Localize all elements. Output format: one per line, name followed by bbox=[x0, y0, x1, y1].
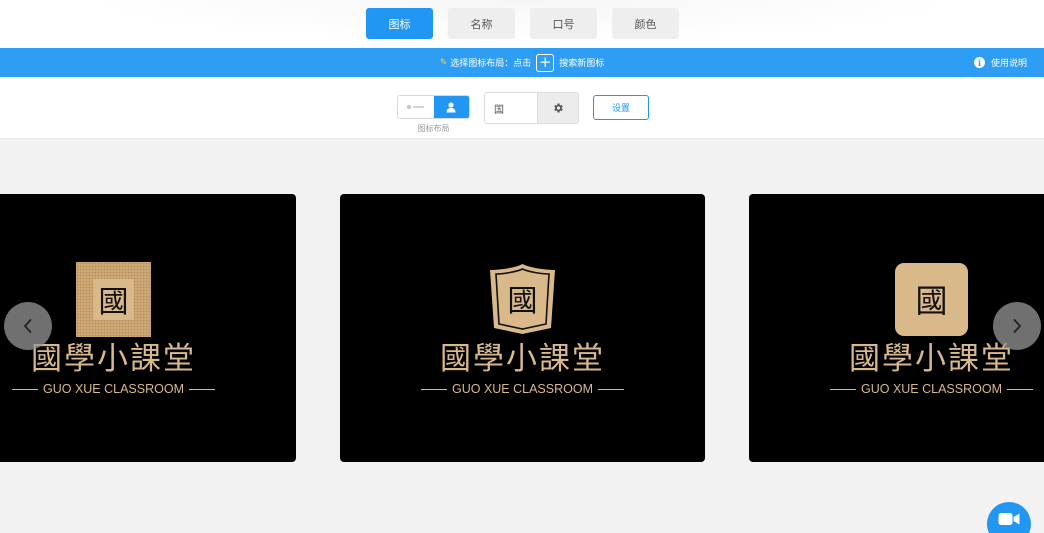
tab-icon[interactable]: 图标 bbox=[366, 8, 433, 39]
tab-slogan[interactable]: 口号 bbox=[530, 8, 597, 39]
chevron-left-icon bbox=[24, 319, 32, 333]
logo-card[interactable]: 國 國學小課堂 GUO XUE CLASSROOM bbox=[340, 194, 705, 462]
brand-name-cn: 國學小課堂 bbox=[849, 341, 1014, 377]
brand-name-en-row: GUO XUE CLASSROOM bbox=[340, 382, 705, 396]
divider-rule bbox=[598, 388, 624, 390]
square-seal-emblem: 國 bbox=[76, 262, 151, 337]
layout-toggle bbox=[397, 95, 470, 119]
help-link[interactable]: i 使用说明 bbox=[973, 48, 1027, 77]
info-icon: i bbox=[973, 57, 985, 68]
person-icon bbox=[446, 101, 456, 112]
brand-name-cn: 國學小課堂 bbox=[31, 341, 196, 377]
settings-button[interactable]: 设置 bbox=[593, 95, 649, 120]
carousel-next-button[interactable] bbox=[993, 302, 1041, 350]
search-new-icon-button[interactable]: + bbox=[536, 53, 555, 72]
layout-option-vertical[interactable] bbox=[433, 96, 469, 118]
divider-rule bbox=[189, 388, 215, 390]
hint-strip: ✎ 选择图标布局：点击 + 搜索新图标 i 使用说明 bbox=[0, 48, 1044, 77]
brand-name-en-row: GUO XUE CLASSROOM bbox=[749, 382, 1044, 396]
divider-rule bbox=[421, 388, 447, 390]
tab-name[interactable]: 名称 bbox=[448, 8, 515, 39]
logo-preview: 國 國學小課堂 GUO XUE CLASSROOM bbox=[340, 262, 705, 402]
brand-name-en: GUO XUE CLASSROOM bbox=[861, 382, 1002, 396]
logo-carousel: 國 國學小課堂 GUO XUE CLASSROOM 國 國學小課堂 GUO XU… bbox=[0, 139, 1044, 533]
divider-rule bbox=[1007, 388, 1033, 390]
gear-icon bbox=[554, 103, 563, 113]
brand-name-en: GUO XUE CLASSROOM bbox=[452, 382, 593, 396]
layout-hint: ✎ 选择图标布局：点击 + 搜索新图标 bbox=[0, 48, 1044, 77]
help-label: 使用说明 bbox=[990, 59, 1027, 69]
brand-name-en-row: GUO XUE CLASSROOM bbox=[0, 382, 296, 396]
toolbar: 图标布局 设置 bbox=[0, 77, 1044, 139]
divider-rule bbox=[12, 388, 38, 390]
pin-icon: ✎ bbox=[439, 57, 448, 68]
gear-button[interactable] bbox=[537, 93, 578, 123]
brand-name-cn: 國學小課堂 bbox=[440, 341, 605, 377]
shield-emblem: 國 bbox=[490, 264, 555, 334]
icon-char-input[interactable] bbox=[485, 93, 537, 123]
divider-rule bbox=[830, 388, 856, 390]
emblem-char: 國 bbox=[915, 282, 947, 320]
video-camera-icon bbox=[998, 513, 1020, 525]
icon-char-picker bbox=[484, 92, 579, 124]
hint-prefix: 选择图标布局：点击 bbox=[450, 59, 532, 69]
hint-suffix: 搜索新图标 bbox=[559, 59, 605, 69]
rounded-square-emblem: 國 bbox=[895, 263, 968, 336]
carousel-prev-button[interactable] bbox=[4, 302, 52, 350]
chevron-right-icon bbox=[1013, 319, 1021, 333]
layout-label: 图标布局 bbox=[417, 124, 450, 133]
brand-name-en: GUO XUE CLASSROOM bbox=[43, 382, 184, 396]
horizontal-layout-icon bbox=[406, 104, 424, 110]
tab-color[interactable]: 颜色 bbox=[612, 8, 679, 39]
emblem-char: 國 bbox=[508, 284, 538, 319]
top-tab-bar: 图标 名称 口号 颜色 bbox=[0, 0, 1044, 48]
layout-option-horizontal[interactable] bbox=[398, 96, 434, 118]
emblem-char: 國 bbox=[99, 285, 129, 320]
